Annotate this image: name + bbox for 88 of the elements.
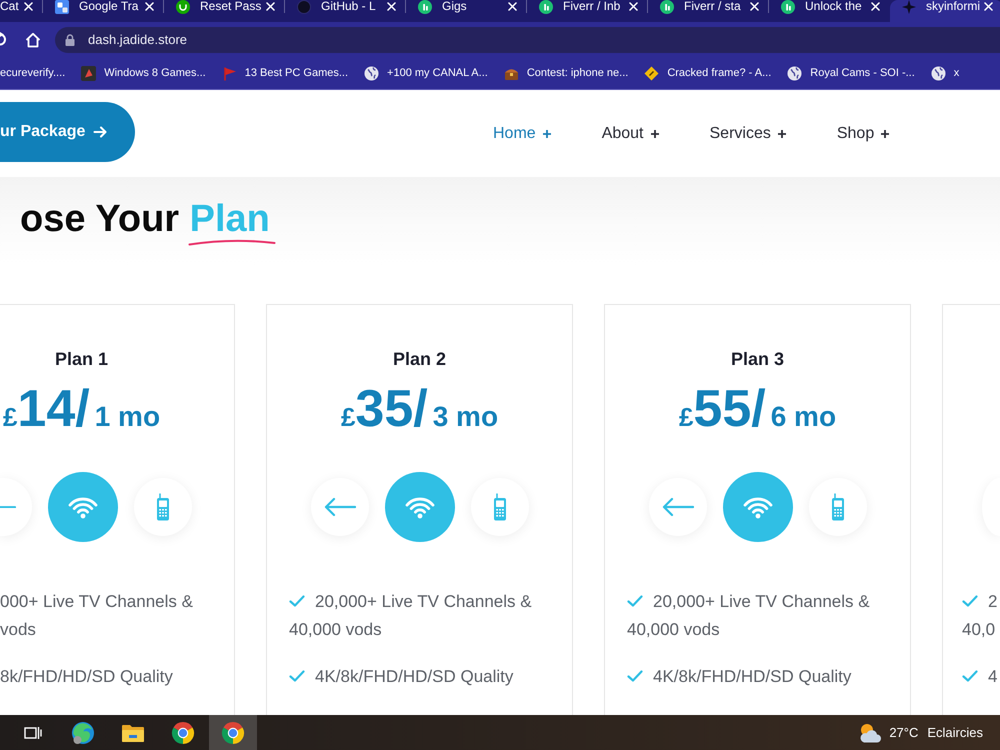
close-icon[interactable] [508, 2, 517, 11]
browser-tab[interactable]: Gigs [406, 0, 527, 22]
folder-icon [121, 722, 145, 742]
circle-logo-icon [539, 0, 553, 14]
square-logo-icon [55, 0, 69, 14]
feature-text: 000+ Live TV Channels & vods [0, 592, 193, 639]
circle-logo-icon [781, 0, 795, 14]
circle-logo-icon [176, 0, 190, 14]
globe-icon [930, 66, 946, 80]
circle-logo-icon [297, 0, 311, 14]
underline-swoosh-icon [188, 238, 276, 246]
feature-text: 4 [988, 667, 998, 686]
feature-text: 20,000+ Live TV Channels & 40,000 vods [289, 592, 532, 639]
browser-tab[interactable]: skyinformi [890, 0, 1000, 22]
plus-icon [880, 128, 890, 138]
close-icon[interactable] [984, 2, 994, 11]
phone-icon [156, 493, 170, 521]
close-icon[interactable] [266, 2, 275, 11]
browser-tab[interactable]: GitHub - L [285, 0, 406, 22]
flag-icon [222, 66, 237, 80]
arrow-icon [324, 497, 356, 517]
close-icon[interactable] [629, 2, 638, 11]
reload-icon[interactable] [0, 32, 9, 47]
globe-icon [787, 66, 802, 80]
arrow-icon [662, 497, 694, 517]
plan-title: Plan 2 [392, 348, 446, 371]
arrow-icon [0, 506, 16, 508]
nav-link[interactable]: About [602, 124, 660, 142]
bookmark[interactable]: Royal Cams - SOI -... [787, 66, 915, 80]
browser-icon [221, 720, 245, 744]
close-icon[interactable] [145, 2, 154, 11]
sun-cloud-icon [858, 722, 882, 744]
bookmark[interactable]: x [930, 66, 960, 80]
square-logo-icon [81, 66, 96, 80]
wifi-icon [404, 495, 434, 519]
bookmark[interactable]: 13 Best PC Games... [222, 66, 348, 80]
circle-logo-icon [418, 0, 432, 14]
plan-title: Plan 1 [54, 348, 108, 371]
home-icon[interactable] [25, 32, 41, 48]
browser-tab[interactable]: Reset Pass [164, 0, 285, 22]
plan-price: £55/6 mo [678, 381, 836, 440]
feature-text: 4K/8k/FHD/HD/SD Quality [653, 667, 852, 686]
browser-icon [71, 720, 95, 744]
bookmark[interactable]: +100 my CANAL A... [364, 66, 488, 80]
bookmark[interactable]: Cracked frame? - A... [644, 66, 772, 80]
plus-icon [542, 128, 552, 138]
plus-icon [650, 128, 660, 138]
star-logo-icon [902, 0, 916, 14]
browser-tab[interactable]: Fiverr / sta [648, 0, 769, 22]
nav-link[interactable]: Shop [836, 124, 890, 142]
bookmark[interactable]: Windows 8 Games... [81, 66, 206, 80]
address-field[interactable]: dash.jadide.store [55, 26, 1000, 52]
wifi-icon [742, 495, 772, 519]
circle-logo-icon [660, 0, 674, 14]
close-icon[interactable] [24, 2, 33, 11]
heading-highlight: Plan [190, 198, 270, 240]
close-icon[interactable] [871, 2, 880, 11]
feature-text: 2 40,0 [962, 592, 998, 639]
heading-text: ose Your [20, 197, 180, 242]
task-view-icon [24, 724, 42, 740]
browser-tab[interactable]: Cat [0, 0, 43, 22]
plan-title: Plan 3 [730, 348, 784, 371]
close-icon[interactable] [750, 2, 759, 11]
phone-icon [830, 493, 844, 521]
plus-icon [776, 128, 787, 138]
globe-icon [364, 66, 380, 80]
lock-icon [65, 34, 75, 46]
diamond-icon [644, 66, 660, 80]
phone-icon [492, 493, 506, 521]
feature-text: 4K/8k/FHD/HD/SD Quality [315, 667, 514, 686]
arrow-icon [93, 125, 108, 139]
wifi-icon [68, 495, 98, 519]
weather-text: Eclaircies [927, 725, 983, 740]
browser-icon [171, 720, 195, 744]
temperature-text: 27°C [889, 725, 918, 740]
bookmark[interactable]: ecureverify.... [0, 67, 66, 79]
browser-tab[interactable]: Unlock the [769, 0, 890, 22]
plan-price: £35/3 mo [340, 381, 498, 440]
browser-tab[interactable]: Fiverr / Inb [527, 0, 648, 22]
plan-price: £14/1 mo [2, 381, 160, 440]
feature-text: 8k/FHD/HD/SD Quality [0, 667, 173, 686]
close-icon[interactable] [387, 2, 396, 11]
nav-link[interactable]: Services [710, 124, 787, 142]
nav-link[interactable]: Home [493, 124, 552, 142]
bookmark[interactable]: Contest: iphone ne... [504, 66, 628, 80]
package-button[interactable]: ur Package [0, 102, 135, 162]
browser-tab[interactable]: Google Tra [43, 0, 164, 22]
feature-text: 20,000+ Live TV Channels & 40,000 vods [627, 592, 870, 639]
